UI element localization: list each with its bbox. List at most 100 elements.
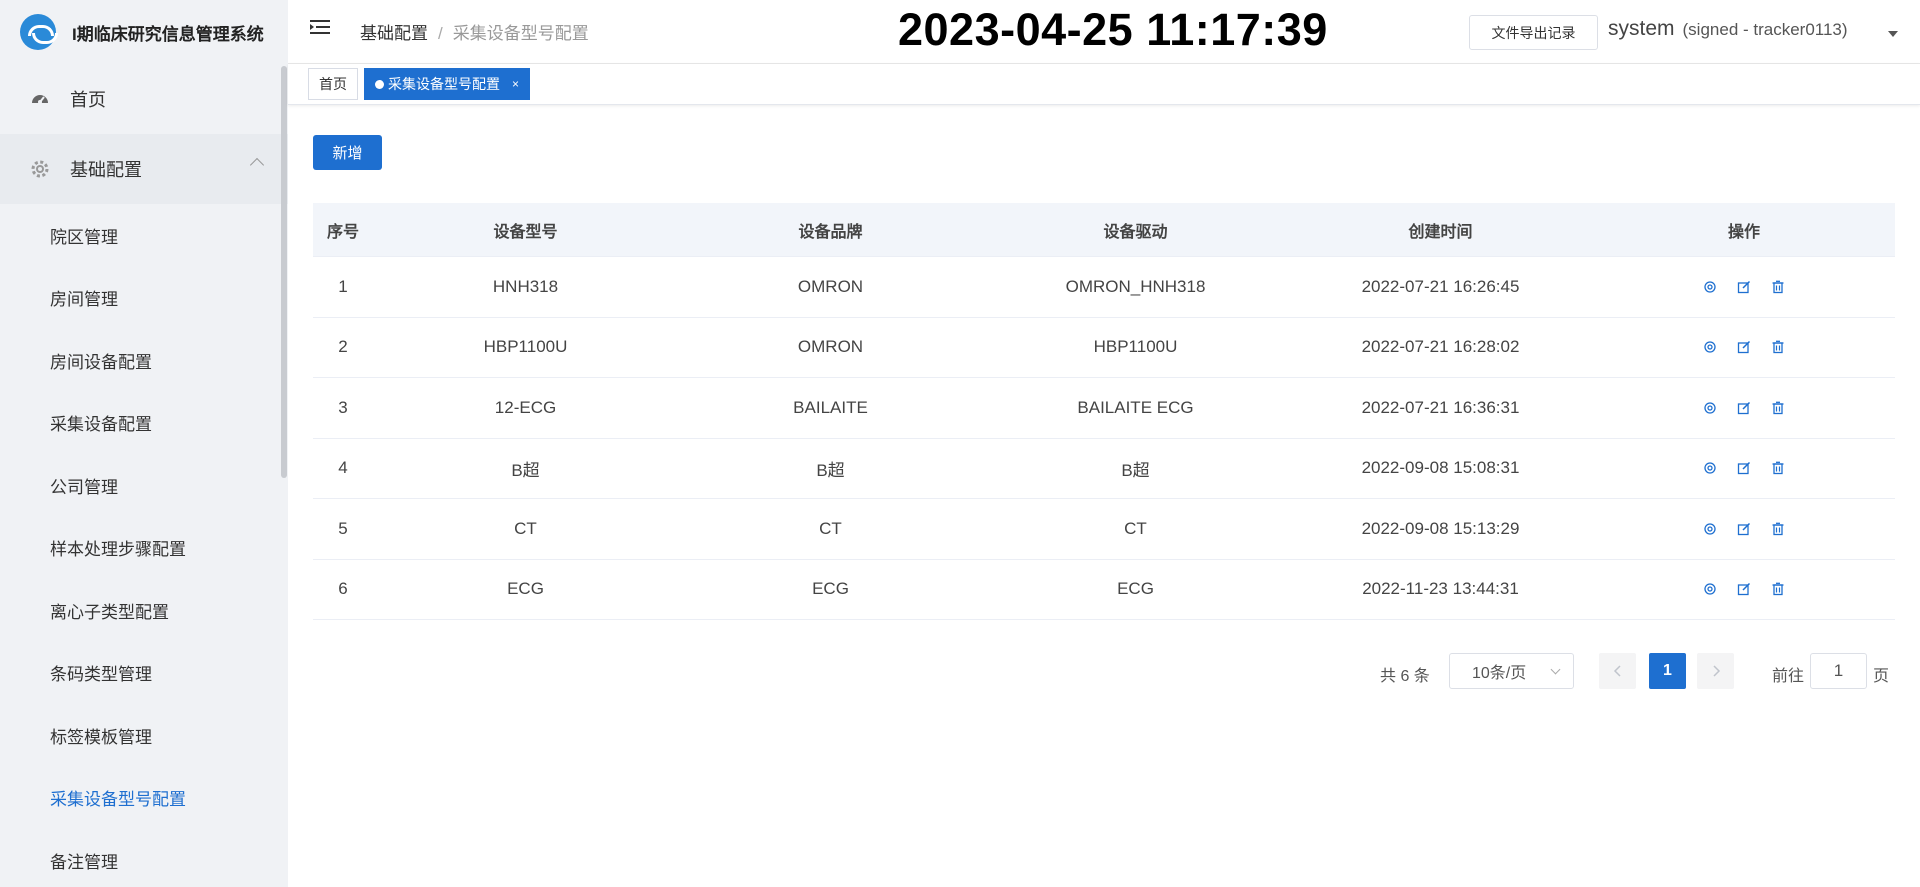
cell-index: 4 [338,458,348,478]
edit-icon[interactable] [1737,461,1751,475]
cell-index: 1 [338,276,348,296]
chevron-left-icon [1613,665,1621,677]
delete-icon[interactable] [1771,340,1785,354]
sidebar-item-4[interactable]: 采集设备配置 [0,392,288,455]
page-size-select[interactable]: 10条/页 [1449,653,1574,689]
goto-page-input[interactable]: 1 [1810,653,1867,689]
logo-bar: I期临床研究信息管理系统 [0,0,288,64]
table-row: 5 CT CT CT 2022-09-08 15:13:29 [313,499,1895,560]
sidebar-item-11[interactable]: 备注管理 [0,829,288,887]
delete-icon[interactable] [1771,401,1785,415]
config-icon[interactable] [1703,401,1717,415]
cell-created: 2022-07-21 16:26:45 [1361,276,1520,296]
close-icon[interactable]: × [512,77,519,91]
config-icon[interactable] [1703,522,1717,536]
breadcrumb: 基础配置 / 采集设备型号配置 [360,19,589,44]
sidebar-group-basic-config[interactable]: 基础配置 [0,134,288,204]
hamburger-icon[interactable] [310,20,330,38]
chevron-up-icon [249,157,265,173]
delete-icon[interactable] [1771,461,1785,475]
chevron-down-icon [1550,664,1561,675]
tags-view: 首页 采集设备型号配置 × [288,64,1920,105]
table-row: 6 ECG ECG ECG 2022-11-23 13:44:31 [313,559,1895,620]
cell-actions [1593,257,1895,317]
cell-index: 2 [338,337,348,357]
gear-icon [30,159,50,179]
sidebar-item-7[interactable]: 离心子类型配置 [0,579,288,642]
sidebar-item-label: 采集设备配置 [50,415,152,435]
prev-page-button[interactable] [1599,653,1636,689]
clock: 2023-04-25 11:17:39 [898,4,1328,55]
cell-brand: OMRON [797,337,864,357]
delete-icon[interactable] [1771,582,1785,596]
cell-actions [1593,560,1895,620]
sidebar-item-label: 备注管理 [50,852,118,872]
cell-model: B超 [511,460,540,480]
sidebar-item-home[interactable]: 首页 [0,64,288,134]
table-row: 2 HBP1100U OMRON HBP1100U 2022-07-21 16:28:0… [313,317,1895,378]
breadcrumb-item-basic-config[interactable]: 基础配置 [360,24,428,43]
edit-icon[interactable] [1737,401,1751,415]
sidebar-item-label: 样本处理步骤配置 [50,540,186,560]
cell-created: 2022-07-21 16:28:02 [1361,337,1520,357]
sidebar-item-1[interactable]: 院区管理 [0,204,288,267]
dashboard-icon [30,89,50,109]
config-icon[interactable] [1703,280,1717,294]
table-row: 3 12-ECG BAILAITE BAILAITE ECG 2022-07-21 16… [313,378,1895,439]
tag-label: 采集设备型号配置 [388,76,500,92]
sidebar-item-5[interactable]: 公司管理 [0,454,288,517]
sidebar-item-8[interactable]: 条码类型管理 [0,642,288,705]
cell-brand: CT [819,518,842,538]
sidebar-item-2[interactable]: 房间管理 [0,267,288,330]
cell-driver: ECG [1117,579,1154,599]
table-header-row: 序号 设备型号 设备品牌 设备驱动 创建时间 操作 [313,203,1895,257]
sidebar-item-9[interactable]: 标签模板管理 [0,704,288,767]
breadcrumb-separator: / [438,24,443,43]
page-size-value: 10条/页 [1472,665,1527,682]
edit-icon[interactable] [1737,522,1751,536]
cell-created: 2022-09-08 15:08:31 [1361,458,1520,478]
delete-icon[interactable] [1771,522,1785,536]
next-page-button[interactable] [1697,653,1734,689]
goto-label: 前往 [1772,668,1805,685]
sidebar-item-6[interactable]: 样本处理步骤配置 [0,517,288,580]
sidebar-item-label: 院区管理 [50,227,118,247]
sidebar-item-label: 公司管理 [50,477,118,497]
cell-created: 2022-07-21 16:36:31 [1361,397,1520,417]
edit-icon[interactable] [1737,340,1751,354]
cell-model: HBP1100U [483,337,568,357]
config-icon[interactable] [1703,582,1717,596]
cell-driver: OMRON_HNH318 [1065,276,1206,296]
goto-unit: 页 [1873,668,1890,685]
cell-brand: BAILAITE [793,397,868,417]
edit-icon[interactable] [1737,582,1751,596]
sidebar-item-label: 离心子类型配置 [50,602,169,622]
breadcrumb-item-current: 采集设备型号配置 [452,24,589,43]
user-menu[interactable]: system (signed - tracker0113) [1608,17,1848,41]
add-button[interactable]: 新增 [313,135,382,170]
chevron-right-icon [1712,665,1720,677]
tag-label: 首页 [319,76,347,92]
config-icon[interactable] [1703,340,1717,354]
export-records-button[interactable]: 文件导出记录 [1469,15,1598,50]
sidebar: I期临床研究信息管理系统 首页 基础配置 院区管理房间管理房间设备配置采集设备配… [0,0,288,887]
tag-active[interactable]: 采集设备型号配置 × [364,68,531,100]
config-icon[interactable] [1703,461,1717,475]
sidebar-scrollbar[interactable] [281,66,287,478]
cell-created: 2022-09-08 15:13:29 [1361,518,1520,538]
caret-down-icon[interactable] [1888,31,1898,37]
sidebar-item-10[interactable]: 采集设备型号配置 [0,767,288,830]
tag-home[interactable]: 首页 [308,68,358,100]
sidebar-group-label: 基础配置 [70,160,142,180]
delete-icon[interactable] [1771,280,1785,294]
page-number-button[interactable]: 1 [1649,653,1686,689]
cell-model: HNH318 [492,276,559,296]
table-row: 1 HNH318 OMRON OMRON_HNH318 2022-07-21 16:26… [313,257,1895,318]
sidebar-item-3[interactable]: 房间设备配置 [0,329,288,392]
cell-actions [1593,378,1895,438]
edit-icon[interactable] [1737,280,1751,294]
table-body: 1 HNH318 OMRON OMRON_HNH318 2022-07-21 16:26… [313,257,1895,620]
pagination-total: 共 6 条 [1380,668,1430,685]
sidebar-item-label: 房间管理 [50,290,118,310]
table-row: 4 B超 B超 B超 2022-09-08 15:08:31 [313,438,1895,499]
